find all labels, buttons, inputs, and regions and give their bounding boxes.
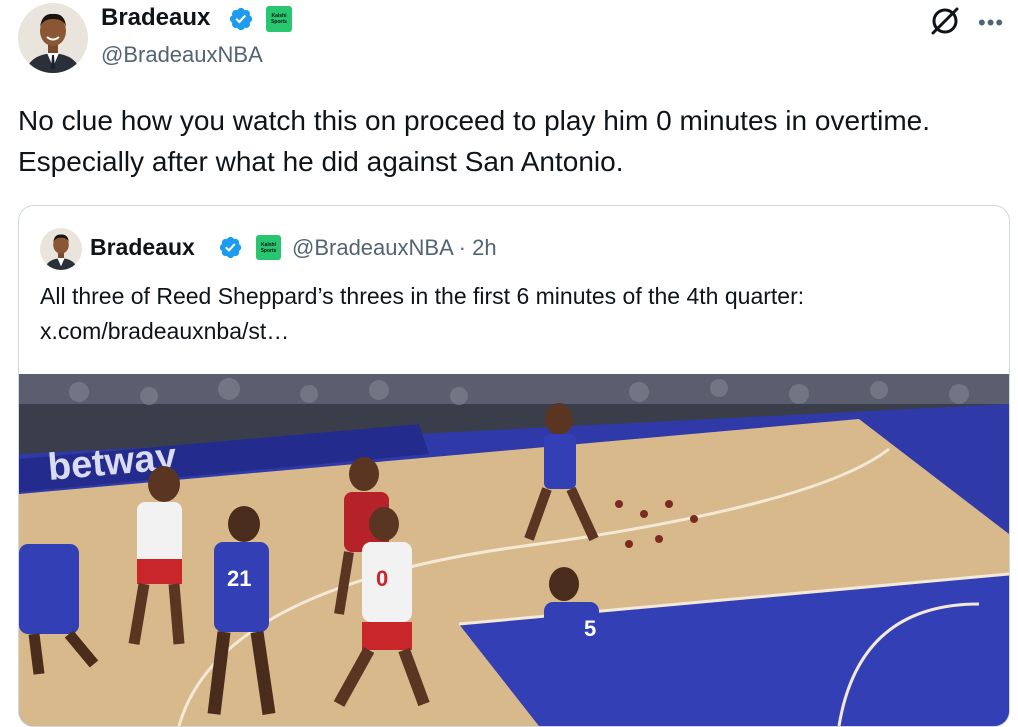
more-icon[interactable]: •••	[978, 10, 1004, 36]
quote-author-handle-time[interactable]: @BradeauxNBA · 2h	[292, 235, 497, 261]
jersey-number-21: 21	[227, 566, 251, 591]
quote-kalshi-sports-badge: Kalshi Sports	[256, 235, 281, 260]
kalshi-badge-line2: Sports	[271, 19, 287, 25]
jersey-number-0: 0	[376, 566, 388, 591]
author-handle[interactable]: @BradeauxNBA	[101, 42, 263, 68]
quote-video-media[interactable]: betway 21 0 5	[19, 374, 1009, 726]
quote-text: All three of Reed Sheppard’s threes in t…	[40, 283, 805, 344]
quoted-tweet-card[interactable]: Bradeaux Kalshi Sports @BradeauxNBA · 2h…	[18, 205, 1010, 727]
author-name[interactable]: Bradeaux	[101, 4, 210, 32]
kalshi-sports-badge: Kalshi Sports	[266, 6, 292, 32]
quote-author-avatar[interactable]	[40, 228, 82, 270]
author-avatar[interactable]	[18, 3, 88, 73]
quote-author-name[interactable]: Bradeaux	[90, 234, 195, 261]
grok-icon[interactable]	[928, 4, 962, 38]
verified-badge-icon	[228, 6, 254, 32]
jersey-number-5: 5	[584, 616, 596, 641]
tweet-text: No clue how you watch this on proceed to…	[18, 105, 931, 177]
quote-verified-badge-icon	[218, 235, 243, 260]
quote-kalshi-badge-line2: Sports	[260, 247, 277, 254]
